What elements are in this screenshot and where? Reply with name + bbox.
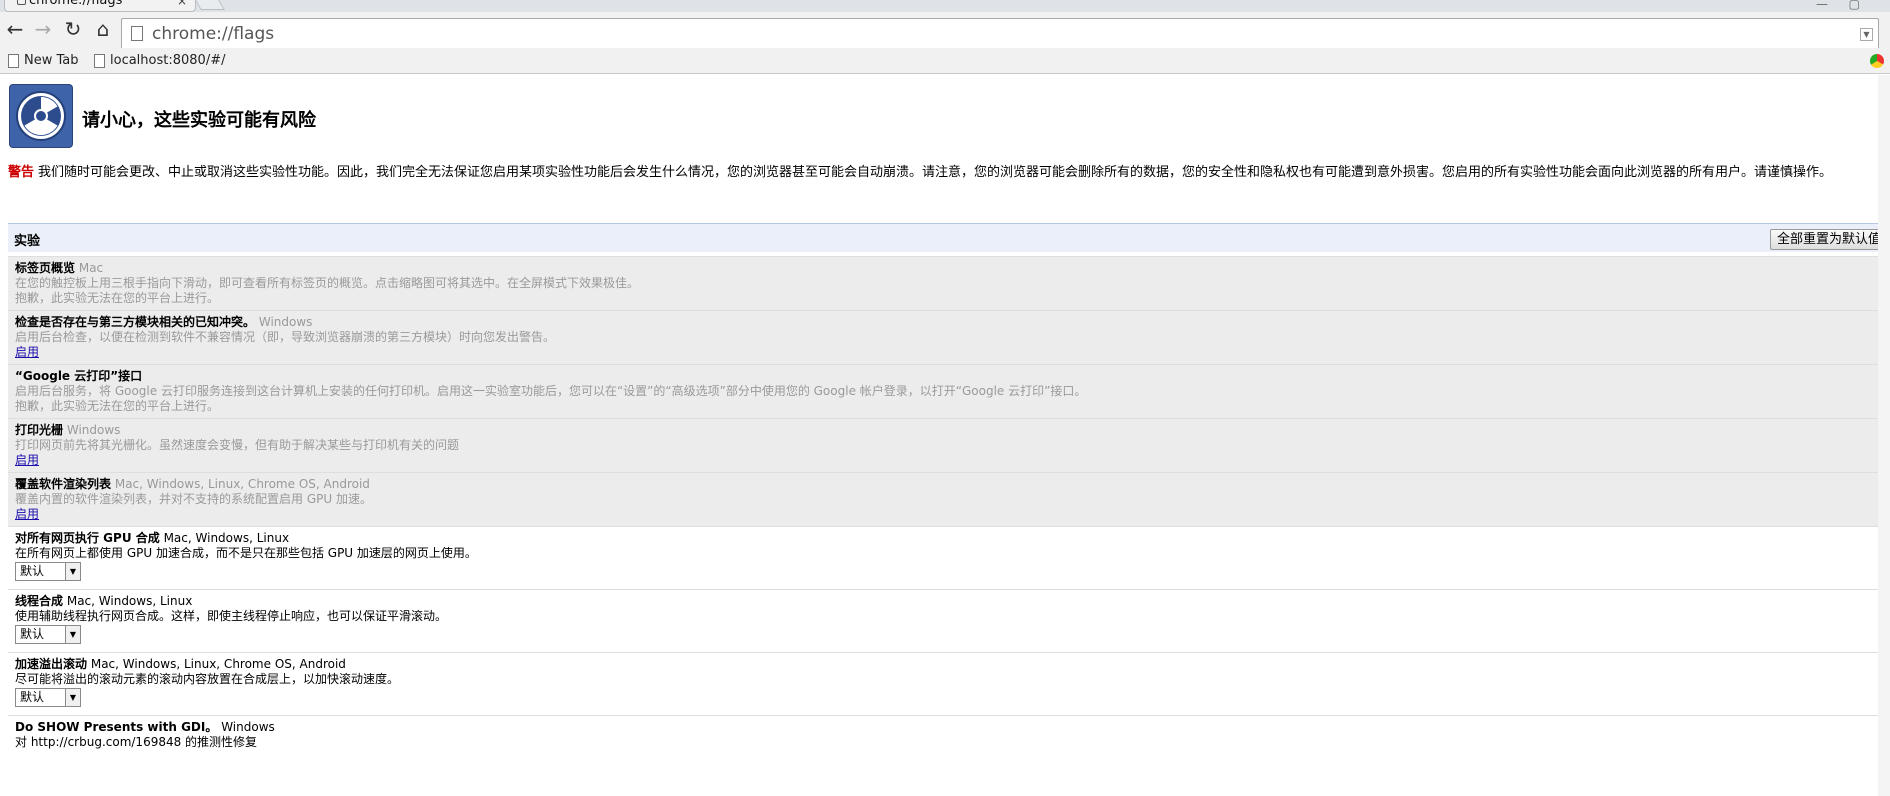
url-text[interactable]: chrome://flags: [152, 23, 274, 45]
chrome-icon[interactable]: [1870, 54, 1884, 68]
enable-link[interactable]: 启用: [15, 453, 39, 467]
tab-strip: chrome://flags × — ▢: [0, 0, 1890, 12]
experiment-name: 加速溢出滚动: [15, 657, 88, 671]
experiment-item: 对所有网页执行 GPU 合成 Mac, Windows, Linux 在所有网页…: [8, 526, 1890, 589]
forward-icon[interactable]: →: [30, 16, 56, 42]
experiment-description: 覆盖内置的软件渲染列表，并对不支持的系统配置启用 GPU 加速。: [15, 492, 372, 506]
page-icon: [8, 54, 19, 68]
tab-title: chrome://flags: [29, 0, 123, 8]
experiment-description: 打印网页前先将其光栅化。虽然速度会变慢，但有助于解决某些与打印机有关的问题: [15, 438, 460, 452]
bookmark-label: New Tab: [24, 53, 79, 68]
experiment-name: 打印光栅: [15, 423, 64, 437]
warning-text: 我们随时可能会更改、中止或取消这些实验性功能。因此，我们完全无法保证您启用某项实…: [38, 165, 1833, 180]
address-bar[interactable]: chrome://flags ▼: [121, 18, 1879, 50]
experiment-select[interactable]: 默认 ▼: [15, 625, 81, 644]
chevron-down-icon: ▼: [65, 626, 80, 643]
experiment-description: 启用后台检查，以便在检测到软件不兼容情况（即，导致浏览器崩溃的第三方模块）时向您…: [15, 330, 556, 344]
experiment-description: 尽可能将溢出的滚动元素的滚动内容放置在合成层上，以加快滚动速度。: [15, 672, 400, 686]
reload-icon[interactable]: ↻: [60, 16, 86, 42]
experiment-description: 使用辅助线程执行网页合成。这样，即使主线程停止响应，也可以保证平滑滚动。: [15, 609, 448, 623]
select-value: 默认: [20, 627, 45, 641]
restore-icon[interactable]: ▢: [1849, 0, 1860, 11]
experiment-item: 检查是否存在与第三方模块相关的已知冲突。 Windows 启用后台检查，以便在检…: [8, 310, 1890, 364]
experiment-name: 对所有网页执行 GPU 合成: [15, 531, 160, 545]
experiment-item: 打印光栅 Windows 打印网页前先将其光栅化。虽然速度会变慢，但有助于解决某…: [8, 418, 1890, 472]
experiment-platforms: Mac, Windows, Linux: [66, 594, 193, 608]
toolbar: ← → ↻ ⌂ chrome://flags ▼: [0, 12, 1890, 52]
chevron-down-icon[interactable]: ▼: [1860, 28, 1873, 41]
experiment-description: 对 http://crbug.com/169848 的推测性修复: [15, 735, 258, 749]
experiment-platforms: Windows: [66, 423, 121, 437]
tab-flags[interactable]: chrome://flags ×: [4, 0, 196, 12]
experiment-unsupported-note: 抱歉，此实验无法在您的平台上进行。: [15, 399, 220, 413]
experiment-item: 线程合成 Mac, Windows, Linux 使用辅助线程执行网页合成。这样…: [8, 589, 1890, 652]
flag-icon: [17, 0, 26, 5]
experiment-name: 检查是否存在与第三方模块相关的已知冲突。: [15, 315, 256, 329]
experiment-platforms: Windows: [258, 315, 313, 329]
experiment-name: “Google 云打印”接口: [15, 369, 143, 383]
experiment-description: 在您的触控板上用三根手指向下滑动，即可查看所有标签页的概览。点击缩略图可将其选中…: [15, 276, 640, 290]
back-icon[interactable]: ←: [2, 16, 28, 42]
bookmarks-bar: New Tab localhost:8080/#/: [0, 48, 1890, 74]
scrollbar[interactable]: [1878, 75, 1890, 796]
chevron-down-icon: ▼: [65, 689, 80, 706]
experiment-item: 标签页概览 Mac 在您的触控板上用三根手指向下滑动，即可查看所有标签页的概览。…: [8, 256, 1890, 310]
page-icon: [94, 54, 105, 68]
experiment-unsupported-note: 抱歉，此实验无法在您的平台上进行。: [15, 291, 220, 305]
select-value: 默认: [20, 690, 45, 704]
experiment-platforms: Mac, Windows, Linux, Chrome OS, Android: [90, 657, 346, 671]
home-icon[interactable]: ⌂: [90, 16, 116, 42]
experiments-list: 标签页概览 Mac 在您的触控板上用三根手指向下滑动，即可查看所有标签页的概览。…: [8, 256, 1890, 754]
experiment-platforms: Windows: [221, 720, 275, 734]
experiment-name: 线程合成: [15, 594, 64, 608]
enable-link[interactable]: 启用: [15, 345, 39, 359]
experiment-select[interactable]: 默认 ▼: [15, 688, 81, 707]
experiment-platforms: Mac: [78, 261, 104, 275]
warning-label: 警告: [8, 165, 35, 180]
experiment-item: Do SHOW Presents with GDI。 Windows 对 htt…: [8, 715, 1890, 754]
radiation-icon: [9, 84, 73, 148]
reset-all-button[interactable]: 全部重置为默认值: [1769, 229, 1888, 250]
experiment-name: 标签页概览: [15, 261, 76, 275]
experiment-platforms: Mac, Windows, Linux: [163, 531, 290, 545]
experiment-name: Do SHOW Presents with GDI。: [15, 720, 218, 734]
close-icon[interactable]: ×: [177, 0, 187, 8]
experiments-title: 实验: [14, 234, 41, 249]
experiment-item: 覆盖软件渲染列表 Mac, Windows, Linux, Chrome OS,…: [8, 472, 1890, 526]
experiment-description: 在所有网页上都使用 GPU 加速合成，而不是只在那些包括 GPU 加速层的网页上…: [15, 546, 477, 560]
experiment-item: “Google 云打印”接口 启用后台服务，将 Google 云打印服务连接到这…: [8, 364, 1890, 418]
warning-message: 警告 我们随时可能会更改、中止或取消这些实验性功能。因此，我们完全无法保证您启用某…: [8, 163, 1884, 182]
experiment-select[interactable]: 默认 ▼: [15, 562, 81, 581]
flags-page: 请小心，这些实验可能有风险 警告 我们随时可能会更改、中止或取消这些实验性功能。因…: [0, 75, 1890, 796]
chevron-down-icon: ▼: [65, 563, 80, 580]
experiment-platforms: Mac, Windows, Linux, Chrome OS, Android: [114, 477, 370, 491]
page-icon: [131, 26, 143, 41]
bookmark-label: localhost:8080/#/: [110, 53, 226, 68]
minimize-icon[interactable]: —: [1816, 0, 1828, 11]
new-tab-button[interactable]: [195, 0, 225, 10]
page-title: 请小心，这些实验可能有风险: [82, 110, 316, 131]
bookmark-localhost[interactable]: localhost:8080/#/: [92, 52, 225, 70]
experiment-item: 加速溢出滚动 Mac, Windows, Linux, Chrome OS, A…: [8, 652, 1890, 715]
enable-link[interactable]: 启用: [15, 507, 39, 521]
experiment-name: 覆盖软件渲染列表: [15, 477, 112, 491]
experiment-description: 启用后台服务，将 Google 云打印服务连接到这台计算机上安装的任何打印机。启…: [15, 384, 1087, 398]
select-value: 默认: [20, 564, 45, 578]
bookmark-new-tab[interactable]: New Tab: [6, 52, 79, 70]
experiments-header: 实验 全部重置为默认值: [8, 223, 1890, 252]
